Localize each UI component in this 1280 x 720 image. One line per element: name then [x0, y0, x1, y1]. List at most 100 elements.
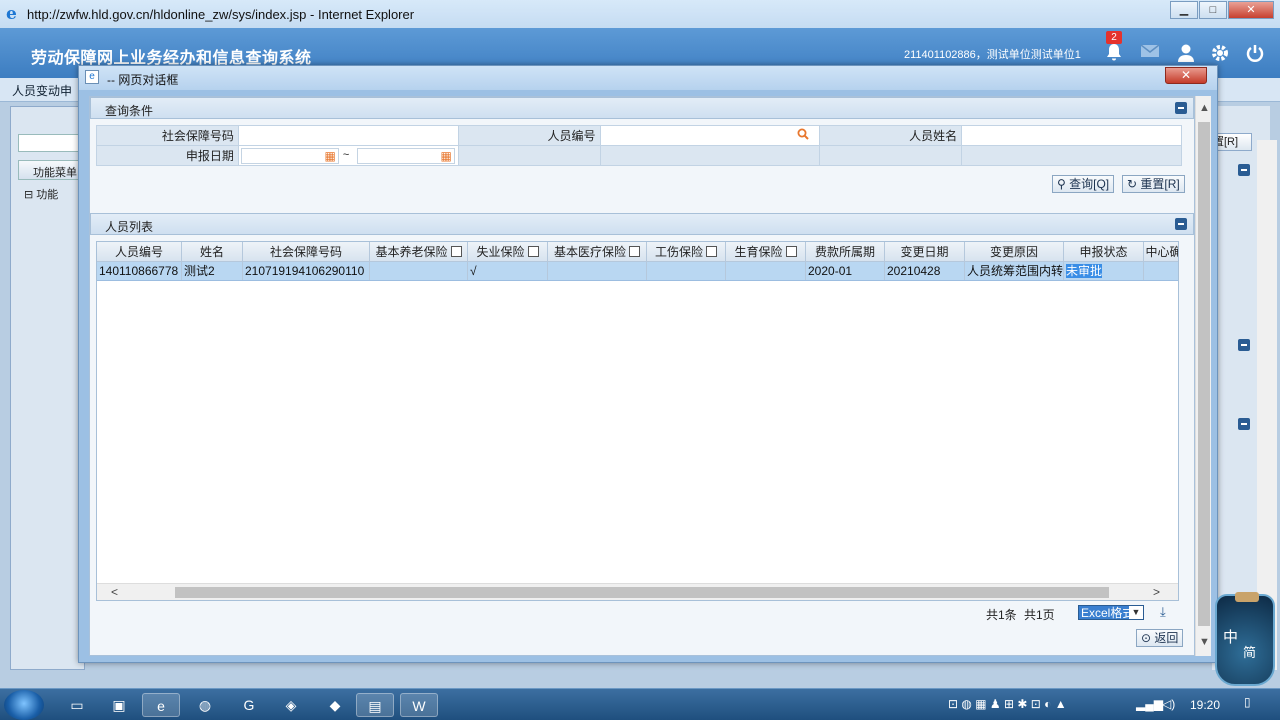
scroll-up-icon[interactable]: ▲: [1199, 102, 1210, 114]
chevron-down-icon[interactable]: ▼: [1129, 606, 1143, 619]
user-icon[interactable]: [1175, 43, 1197, 65]
column-header-pension[interactable]: 基本养老保险: [370, 242, 468, 261]
gear-icon[interactable]: [1209, 43, 1231, 65]
column-header[interactable]: 中心确: [1144, 242, 1178, 261]
tray-icons[interactable]: ⊡ ◍ ▦ ♟ ⊞ ✱ ⊡ ◐ ▲: [948, 697, 1067, 711]
date-from-input[interactable]: ▦: [240, 148, 339, 164]
export-format-select[interactable]: Excel格式 ▼: [1078, 605, 1144, 620]
query-button[interactable]: ⚲ 查询[Q]: [1052, 175, 1115, 193]
ime-cork: [1235, 592, 1259, 602]
search-icon[interactable]: [797, 128, 810, 140]
column-checkbox[interactable]: [785, 246, 797, 257]
column-checkbox[interactable]: [527, 246, 539, 257]
ime-widget[interactable]: 中 简: [1215, 592, 1275, 686]
maximize-button[interactable]: □: [1199, 1, 1227, 19]
column-checkbox[interactable]: [629, 246, 640, 257]
column-header[interactable]: 人员编号: [97, 242, 182, 261]
column-header[interactable]: 变更日期: [885, 242, 965, 261]
total-records: 共1条: [986, 608, 1017, 622]
scroll-left-icon[interactable]: <: [111, 585, 118, 599]
query-panel-title: 查询条件: [105, 104, 154, 118]
dialog-titlebar: e -- 网页对话框 ✕: [79, 66, 1217, 90]
person-grid: 人员编号 姓名 社会保障号码 基本养老保险 失业保险 基本医疗保险 工伤保险 生…: [96, 241, 1179, 601]
column-header[interactable]: 费款所属期: [806, 242, 885, 261]
calendar-icon[interactable]: ▦: [325, 149, 336, 163]
column-header[interactable]: 姓名: [182, 242, 243, 261]
scroll-thumb[interactable]: [175, 587, 1109, 598]
minimize-button[interactable]: ▁: [1170, 1, 1198, 19]
app-icon[interactable]: G: [230, 693, 268, 717]
app-icon[interactable]: ◆: [316, 693, 354, 717]
reset-button[interactable]: ↻ 重置[R]: [1122, 175, 1185, 193]
column-label: 基本医疗保险: [553, 245, 626, 259]
query-form: 社会保障号码 人员编号 人员姓名 申报日期 ▦ ~ ▦: [96, 125, 1182, 166]
name-label: 人员姓名: [819, 125, 963, 146]
scroll-right-icon[interactable]: >: [1153, 585, 1160, 599]
return-button[interactable]: ⊙ 返回: [1136, 629, 1184, 647]
background-collapse-icon[interactable]: [1238, 164, 1250, 176]
cell-change-reason: 人员统筹范围内转出: [967, 262, 1064, 280]
date-to-input[interactable]: ▦: [356, 148, 455, 164]
background-menu-button[interactable]: 功能菜单: [18, 160, 80, 180]
background-scrollbar[interactable]: [1257, 140, 1277, 670]
column-checkbox[interactable]: [706, 246, 717, 257]
list-panel-header: 人员列表: [90, 213, 1194, 235]
network-icon[interactable]: ▂▄▆: [1136, 697, 1163, 711]
date-label: 申报日期: [96, 145, 239, 166]
close-button[interactable]: ✕: [1228, 1, 1274, 19]
volume-icon[interactable]: ◁): [1162, 697, 1175, 711]
mail-icon[interactable]: [1139, 43, 1161, 65]
dialog-close-button[interactable]: ✕: [1165, 67, 1207, 84]
blank-cell: [457, 145, 601, 166]
dialog-title: -- 网页对话框: [107, 73, 179, 87]
background-search-input[interactable]: [18, 134, 80, 152]
column-header[interactable]: 申报状态: [1064, 242, 1144, 261]
column-header[interactable]: 变更原因: [965, 242, 1064, 261]
download-icon[interactable]: ⤓: [1160, 604, 1166, 620]
taskbar: ▭ ▣ e ◍ G ◈ ◆ ▤ W ⊡ ◍ ▦ ♟ ⊞ ✱ ⊡ ◐ ▲ ▂▄▆ …: [0, 688, 1280, 720]
collapse-icon[interactable]: [1175, 102, 1187, 114]
blank-cell: [599, 145, 821, 166]
collapse-icon[interactable]: [1175, 218, 1187, 230]
column-label: 基本养老保险: [375, 245, 448, 259]
column-header[interactable]: 社会保障号码: [243, 242, 370, 261]
background-collapse-icon[interactable]: [1238, 418, 1250, 430]
horizontal-scrollbar[interactable]: < >: [97, 583, 1178, 600]
desktop-icon[interactable]: ▭: [58, 693, 96, 717]
query-panel-header: 查询条件: [90, 97, 1194, 119]
tree-root-label[interactable]: 功能: [36, 189, 58, 201]
nav-tab[interactable]: 人员变动申: [12, 82, 72, 99]
ssn-label: 社会保障号码: [96, 125, 239, 146]
background-collapse-icon[interactable]: [1238, 339, 1250, 351]
column-header-medical[interactable]: 基本医疗保险: [548, 242, 647, 261]
folder-icon[interactable]: ▤: [356, 693, 394, 717]
start-button[interactable]: [4, 690, 44, 720]
dialog-vertical-scrollbar[interactable]: ▲ ▼: [1195, 96, 1211, 656]
calendar-icon[interactable]: ▦: [441, 149, 452, 163]
wechat-icon[interactable]: ◍: [186, 693, 224, 717]
refresh-icon: ↻: [1127, 177, 1138, 191]
person-no-input[interactable]: [599, 125, 821, 146]
scroll-thumb[interactable]: [1198, 122, 1210, 626]
person-no-label: 人员编号: [457, 125, 601, 146]
cell-maternity: [726, 262, 806, 280]
name-input[interactable]: [961, 125, 1182, 146]
app-icon[interactable]: ◈: [272, 693, 310, 717]
column-checkbox[interactable]: [450, 246, 462, 257]
clock[interactable]: 19:20: [1190, 698, 1220, 712]
list-panel-title: 人员列表: [105, 220, 154, 234]
show-desktop-icon[interactable]: ▯: [1244, 695, 1251, 709]
table-row[interactable]: 140110866778 测试2 210719194106290110 √ 20…: [97, 262, 1178, 281]
column-header-unemployment[interactable]: 失业保险: [468, 242, 548, 261]
word-icon[interactable]: W: [400, 693, 438, 717]
ssn-input[interactable]: [237, 125, 459, 146]
tree-collapse-icon[interactable]: ⊟: [24, 189, 33, 201]
scroll-down-icon[interactable]: ▼: [1199, 636, 1210, 648]
bell-icon[interactable]: [1103, 43, 1125, 65]
column-header-maternity[interactable]: 生育保险: [726, 242, 806, 261]
power-icon[interactable]: [1244, 43, 1266, 65]
ie-taskbar-icon[interactable]: e: [142, 693, 180, 717]
cell-pension: [370, 262, 468, 280]
explorer-icon[interactable]: ▣: [100, 693, 138, 717]
column-header-injury[interactable]: 工伤保险: [647, 242, 726, 261]
